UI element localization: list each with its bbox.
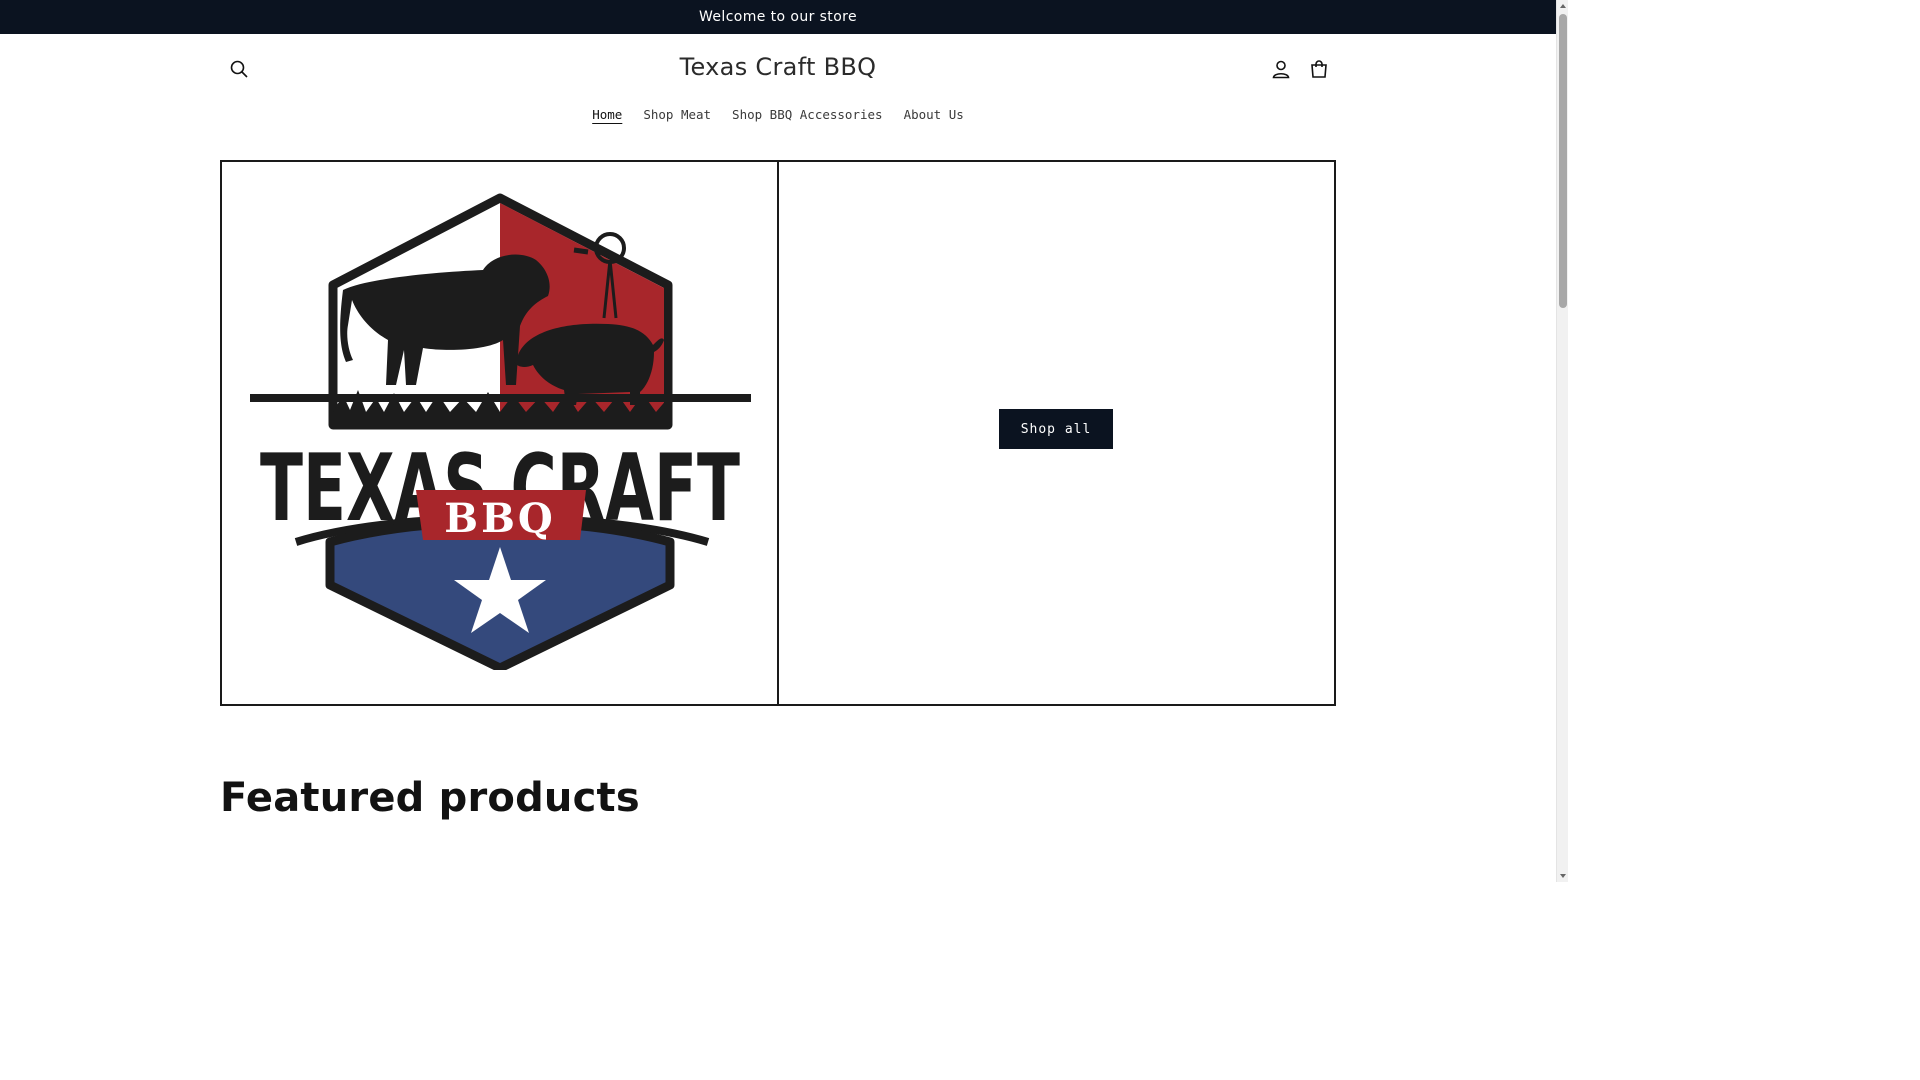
site-header: Texas Craft BBQ bbox=[0, 34, 1556, 106]
announcement-bar: Welcome to our store bbox=[0, 0, 1556, 34]
nav-item-home[interactable]: Home bbox=[582, 104, 633, 126]
cart-icon bbox=[1311, 60, 1327, 78]
hero-banner: TEXAS CRAFT BBQ Shop all bbox=[220, 160, 1336, 706]
shop-all-button[interactable]: Shop all bbox=[999, 409, 1113, 449]
main-nav: Home Shop Meat Shop BBQ Accessories Abou… bbox=[0, 104, 1556, 126]
account-icon bbox=[1272, 60, 1290, 79]
account-button[interactable] bbox=[1263, 51, 1299, 87]
brand-logo: TEXAS CRAFT BBQ bbox=[250, 193, 751, 670]
hero-content: Shop all bbox=[779, 162, 1334, 704]
nav-item-shop-meat[interactable]: Shop Meat bbox=[633, 104, 722, 126]
hero-image: TEXAS CRAFT BBQ bbox=[222, 162, 779, 704]
nav-item-shop-bbq-accessories[interactable]: Shop BBQ Accessories bbox=[722, 104, 894, 126]
scroll-down-arrow-icon[interactable] bbox=[1559, 872, 1567, 880]
scroll-up-arrow-icon[interactable] bbox=[1559, 2, 1567, 10]
page-scrollbar[interactable] bbox=[1556, 0, 1568, 882]
scrollbar-thumb[interactable] bbox=[1559, 14, 1567, 308]
site-title-link[interactable]: Texas Craft BBQ bbox=[680, 53, 877, 81]
announcement-text: Welcome to our store bbox=[698, 9, 858, 25]
featured-products-heading: Featured products bbox=[220, 775, 640, 821]
nav-item-about-us[interactable]: About Us bbox=[893, 104, 974, 126]
logo-subtitle: BBQ bbox=[444, 495, 555, 542]
cart-button[interactable] bbox=[1301, 51, 1337, 87]
